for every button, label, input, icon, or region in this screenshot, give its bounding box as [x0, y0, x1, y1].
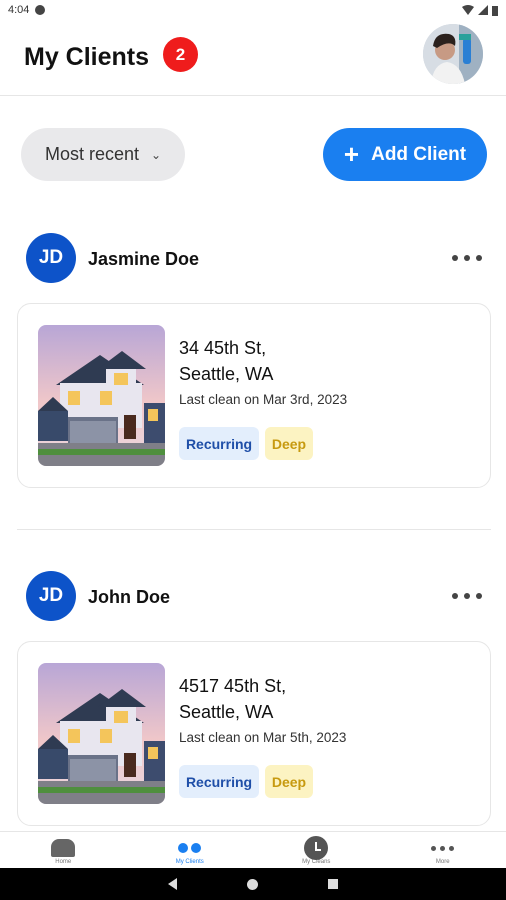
add-client-button[interactable]: + Add Client — [323, 128, 487, 181]
nav-home[interactable]: Home — [0, 832, 127, 868]
avatar-image — [423, 24, 483, 84]
status-left: 4:04 — [8, 4, 46, 16]
status-right — [462, 5, 498, 16]
tag-deep: Deep — [265, 765, 313, 798]
nav-more[interactable]: More — [380, 832, 506, 868]
user-avatar[interactable] — [423, 24, 483, 84]
page-title: My Clients — [24, 43, 150, 71]
dot-icon — [452, 593, 458, 599]
dot-icon — [452, 255, 458, 261]
home-icon — [51, 839, 76, 857]
sort-label: Most recent — [45, 144, 140, 164]
sort-dropdown[interactable]: Most recent ⌄ — [21, 128, 185, 181]
nav-label: My Clients — [175, 859, 204, 865]
client-name[interactable]: Jasmine Doe — [88, 249, 199, 270]
bottom-nav: Home My Clients My Cleans More — [0, 831, 506, 868]
nav-label: Home — [55, 859, 72, 865]
home-button-icon[interactable] — [247, 878, 258, 890]
address-line-1: 4517 45th St, — [179, 676, 287, 696]
status-bar: 4:04 — [0, 0, 506, 20]
dot-icon — [476, 255, 482, 261]
status-time: 4:04 — [8, 4, 30, 16]
dot-icon — [464, 255, 470, 261]
nav-label: More — [435, 859, 450, 865]
divider — [17, 529, 491, 530]
battery-icon — [492, 5, 498, 16]
system-nav-bar — [0, 868, 506, 900]
client-avatar: JD — [26, 571, 76, 621]
chevron-down-icon: ⌄ — [151, 147, 162, 162]
app-header: My Clients 2 — [0, 20, 506, 96]
house-picture — [38, 325, 165, 466]
more-options-button[interactable] — [452, 589, 482, 603]
wifi-icon — [462, 5, 474, 15]
client-card[interactable]: 4517 45th St, Seattle, WA Last clean on … — [17, 641, 491, 826]
address-line-1: 34 45th St, — [179, 338, 267, 358]
house-picture — [38, 663, 165, 804]
tag-deep: Deep — [265, 427, 313, 460]
clock-icon — [304, 836, 329, 860]
last-clean-text: Last clean on Mar 3rd, 2023 — [179, 392, 348, 407]
clients-icon — [178, 843, 202, 853]
notification-icon — [35, 5, 46, 15]
back-icon[interactable] — [168, 878, 177, 890]
tag-recurring: Recurring — [179, 765, 259, 798]
house-image — [38, 663, 165, 804]
dot-icon — [464, 593, 470, 599]
tag-recurring: Recurring — [179, 427, 259, 460]
notification-badge[interactable]: 2 — [163, 37, 198, 72]
add-client-label: Add Client — [371, 143, 467, 165]
plus-icon: + — [343, 138, 360, 169]
last-clean-text: Last clean on Mar 5th, 2023 — [179, 730, 347, 745]
address-line-2: Seattle, WA — [179, 702, 274, 722]
recents-icon[interactable] — [328, 879, 338, 889]
client-card[interactable]: 34 45th St, Seattle, WA Last clean on Ma… — [17, 303, 491, 488]
dot-icon — [476, 593, 482, 599]
signal-icon — [478, 5, 488, 15]
nav-my-cleans[interactable]: My Cleans — [253, 832, 380, 868]
more-icon — [431, 845, 455, 851]
client-name[interactable]: John Doe — [88, 587, 170, 608]
address-line-2: Seattle, WA — [179, 364, 274, 384]
house-image — [38, 325, 165, 466]
more-options-button[interactable] — [452, 251, 482, 265]
nav-my-clients[interactable]: My Clients — [127, 832, 254, 868]
client-avatar: JD — [26, 233, 76, 283]
